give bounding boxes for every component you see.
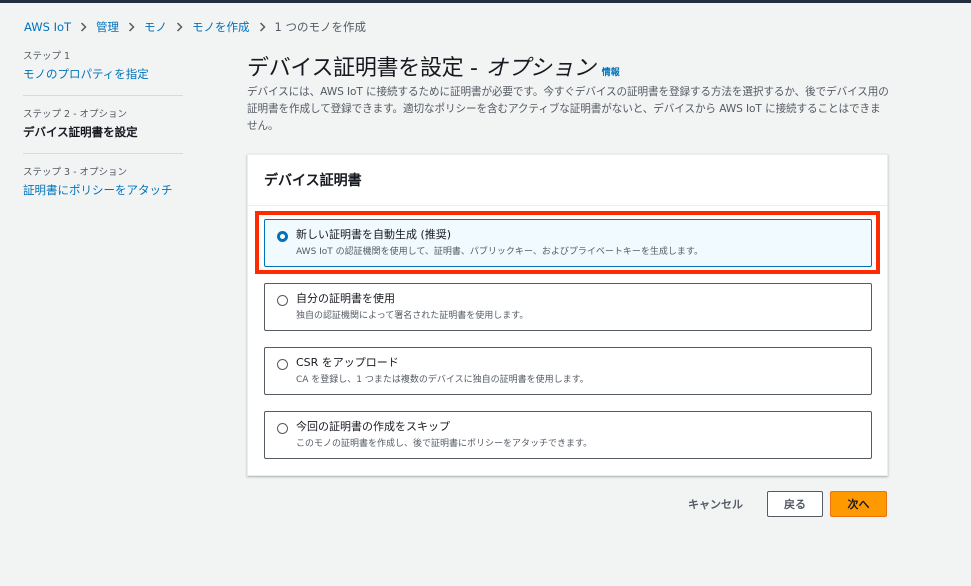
radio-button-selected[interactable]	[277, 231, 288, 242]
option-use-my-certificate[interactable]: 自分の証明書を使用 独自の認証機関によって署名された証明書を使用します。	[264, 283, 872, 331]
option-auto-generate-certificate[interactable]: 新しい証明書を自動生成 (推奨) AWS IoT の認証機関を使用して、証明書、…	[264, 219, 872, 267]
radio-button[interactable]	[277, 423, 288, 434]
wizard-steps-nav: ステップ 1 モノのプロパティを指定 ステップ 2 - オプション デバイス証明…	[23, 50, 183, 211]
option-description: 独自の認証機関によって署名された証明書を使用します。	[296, 311, 529, 321]
option-skip-certificate[interactable]: 今回の証明書の作成をスキップ このモノの証明書を作成し、後で証明書にポリシーをア…	[264, 411, 872, 459]
device-certificate-panel: デバイス証明書 新しい証明書を自動生成 (推奨) AWS IoT の認証機関を使…	[247, 154, 888, 476]
page-title: デバイス証明書を設定 -	[247, 56, 478, 81]
back-button[interactable]: 戻る	[767, 491, 823, 517]
certificate-options: 新しい証明書を自動生成 (推奨) AWS IoT の認証機関を使用して、証明書、…	[264, 219, 872, 475]
page-title-row: デバイス証明書を設定 - オプション 情報	[247, 50, 888, 82]
breadcrumb-current: 1 つのモノを作成	[274, 20, 367, 34]
breadcrumb-things[interactable]: モノ	[144, 19, 167, 35]
breadcrumb-aws-iot[interactable]: AWS IoT	[24, 20, 71, 34]
wizard-step-1: ステップ 1 モノのプロパティを指定	[23, 50, 183, 95]
breadcrumb-manage[interactable]: 管理	[96, 19, 119, 35]
wizard-step-3: ステップ 3 - オプション 証明書にポリシーをアタッチ	[23, 166, 183, 211]
option-description: このモノの証明書を作成し、後で証明書にポリシーをアタッチできます。	[296, 439, 593, 449]
radio-button[interactable]	[277, 359, 288, 370]
step-meta: ステップ 2 - オプション	[23, 109, 128, 120]
page-description: デバイスには、AWS IoT に接続するために証明書が必要です。今すぐデバイスの…	[247, 86, 889, 132]
option-description: CA を登録し、1 つまたは複数のデバイスに独自の証明書を使用します。	[296, 375, 589, 385]
step-meta: ステップ 1	[23, 51, 71, 62]
top-navigation-bar	[0, 0, 971, 3]
wizard-step-2: ステップ 2 - オプション デバイス証明書を設定	[23, 108, 183, 153]
option-label: 新しい証明書を自動生成 (推奨)	[296, 228, 452, 241]
panel-title: デバイス証明書	[248, 155, 887, 206]
page-title-optional: オプション	[485, 56, 596, 81]
option-description: AWS IoT の認証機関を使用して、証明書、パブリックキー、およびプライベート…	[296, 247, 703, 257]
step-meta: ステップ 3 - オプション	[23, 167, 128, 178]
option-label: 今回の証明書の作成をスキップ	[296, 420, 450, 433]
step-current-device-certificate: デバイス証明書を設定	[23, 125, 138, 139]
wizard-actions: キャンセル 戻る 次へ	[676, 491, 887, 517]
step-link-attach-policy[interactable]: 証明書にポリシーをアタッチ	[23, 181, 183, 199]
option-upload-csr[interactable]: CSR をアップロード CA を登録し、1 つまたは複数のデバイスに独自の証明書…	[264, 347, 872, 395]
chevron-right-icon	[176, 22, 183, 32]
option-label: 自分の証明書を使用	[296, 292, 395, 305]
next-button[interactable]: 次へ	[830, 491, 887, 517]
divider	[23, 95, 183, 96]
chevron-right-icon	[128, 22, 135, 32]
page-header: デバイス証明書を設定 - オプション 情報 デバイスには、AWS IoT に接続…	[247, 50, 889, 135]
info-link[interactable]: 情報	[602, 65, 620, 78]
cancel-button[interactable]: キャンセル	[676, 491, 755, 517]
step-link-thing-properties[interactable]: モノのプロパティを指定	[23, 65, 183, 83]
breadcrumb-create-things[interactable]: モノを作成	[192, 19, 250, 35]
breadcrumb: AWS IoT 管理 モノ モノを作成 1 つのモノを作成	[24, 18, 366, 36]
divider	[23, 153, 183, 154]
radio-button[interactable]	[277, 295, 288, 306]
chevron-right-icon	[80, 22, 87, 32]
option-label: CSR をアップロード	[296, 356, 399, 369]
chevron-right-icon	[259, 22, 266, 32]
